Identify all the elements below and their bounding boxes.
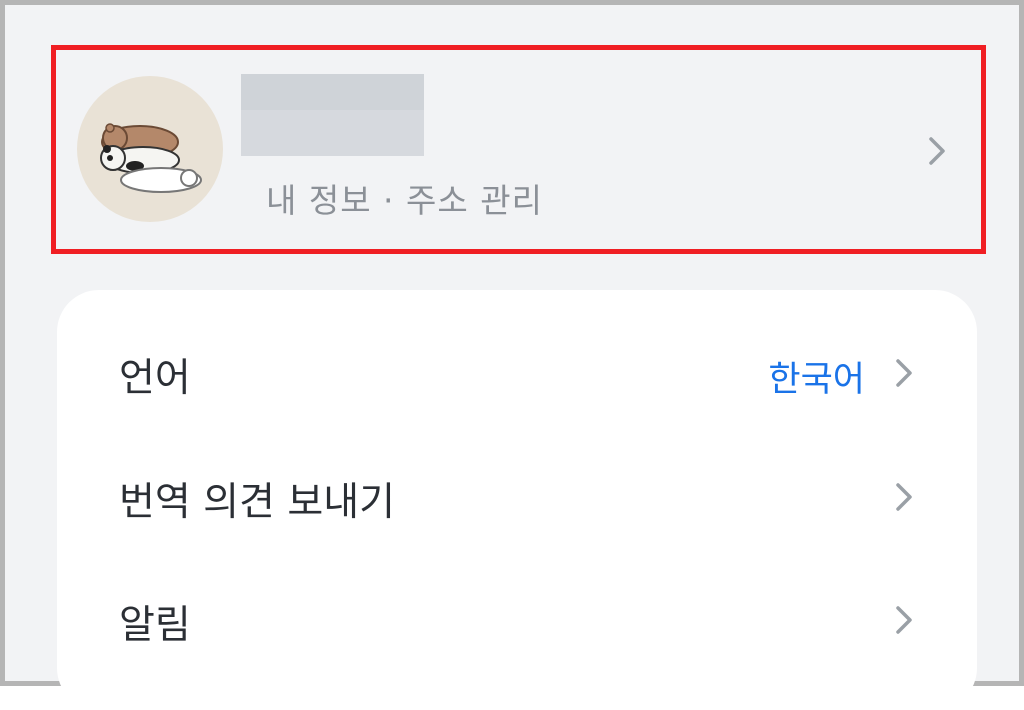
chevron-right-icon <box>895 482 913 512</box>
chevron-right-icon <box>928 136 946 166</box>
language-value: 한국어 <box>768 360 865 400</box>
avatar-bears-illustration <box>100 123 202 193</box>
settings-row-language[interactable]: 언어 한국어 <box>57 323 977 423</box>
settings-row-translation-feedback[interactable]: 번역 의견 보내기 <box>57 447 977 547</box>
settings-row-label: 번역 의견 보내기 <box>119 480 395 525</box>
profile-name-redacted <box>241 74 424 156</box>
settings-row-notifications[interactable]: 알림 <box>57 570 977 670</box>
settings-card: 언어 한국어 번역 의견 보내기 알림 <box>57 290 977 710</box>
chevron-right-icon <box>895 358 913 388</box>
settings-row-label: 언어 <box>119 356 191 401</box>
settings-row-label: 알림 <box>119 603 191 648</box>
chevron-right-icon <box>895 605 913 635</box>
app-frame: 내 정보 · 주소 관리 언어 한국어 번역 의견 보내기 알림 <box>0 0 1024 710</box>
avatar[interactable] <box>77 76 223 222</box>
profile-subtitle: 내 정보 · 주소 관리 <box>266 181 543 220</box>
profile-section[interactable]: 내 정보 · 주소 관리 <box>51 45 986 254</box>
